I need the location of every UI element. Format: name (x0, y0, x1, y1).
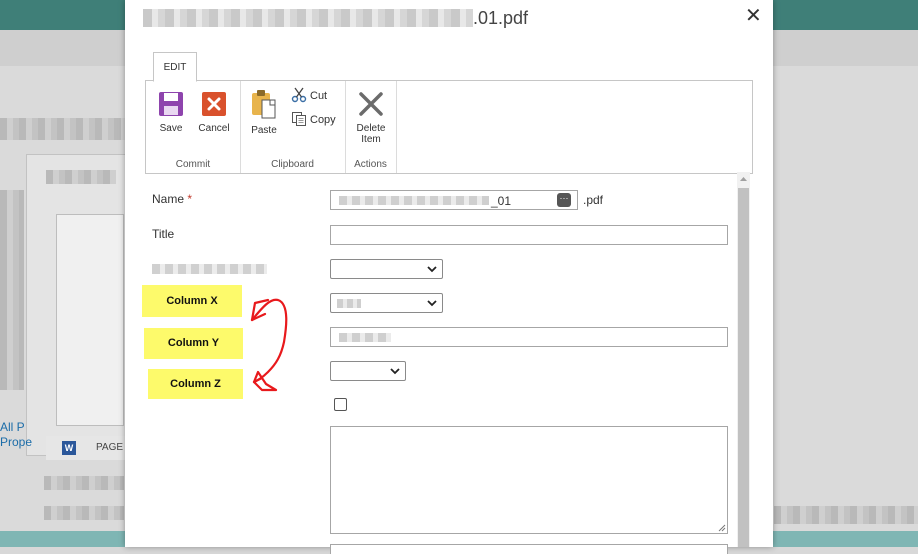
redacted-select-value (337, 299, 361, 308)
chevron-down-icon (390, 368, 400, 375)
name-label: Name * (152, 192, 193, 206)
edit-properties-dialog: .01.pdf ✕ EDIT Save Cancel Commit Paste … (125, 0, 773, 554)
multiline-text-field[interactable] (330, 426, 728, 534)
scissors-icon (291, 87, 307, 103)
column-y-input[interactable] (330, 327, 728, 347)
scrollbar-thumb[interactable] (738, 188, 749, 547)
tab-edit[interactable]: EDIT (153, 52, 197, 82)
cut-button[interactable]: Cut (291, 87, 327, 103)
background-preview (56, 214, 124, 426)
save-icon (159, 92, 183, 116)
column-z-label: Column Z (148, 369, 243, 399)
background-link[interactable]: All P Prope (0, 420, 32, 450)
copy-icon (292, 112, 306, 126)
redacted-input-value (339, 333, 391, 342)
redacted-filename (143, 9, 473, 27)
ellipsis-icon[interactable]: ··· (557, 193, 571, 207)
ribbon-group-actions: Delete Item Actions (345, 81, 397, 173)
background-blurred-text-1 (44, 476, 124, 490)
background-blurred-column (0, 190, 24, 390)
cancel-icon (202, 92, 226, 116)
field-checkbox[interactable] (334, 398, 347, 411)
redacted-field-select[interactable] (330, 259, 443, 279)
ribbon-group-commit: Save Cancel Commit (146, 81, 241, 173)
ribbon-group-label-clipboard: Clipboard (271, 159, 314, 170)
chevron-down-icon (427, 300, 437, 307)
ribbon-group-clipboard: Paste Cut Copy Clipboard (240, 81, 346, 173)
word-icon: W (62, 441, 76, 455)
background-blurred-text-right (774, 506, 918, 524)
title-label: Title (152, 227, 175, 241)
column-x-label: Column X (142, 285, 242, 317)
resize-grip-icon[interactable] (717, 523, 726, 532)
chevron-down-icon (427, 266, 437, 273)
save-button[interactable]: Save (154, 91, 188, 134)
column-y-label: Column Y (144, 328, 243, 359)
required-marker: * (187, 192, 193, 206)
paste-button[interactable]: Paste (246, 89, 282, 136)
column-x-select[interactable] (330, 293, 443, 313)
copy-button[interactable]: Copy (291, 111, 336, 127)
column-z-select[interactable] (330, 361, 406, 381)
cancel-button[interactable]: Cancel (194, 91, 234, 134)
background-word-bar: W PAGE (46, 436, 126, 460)
paste-icon (252, 90, 276, 119)
background-blurred-card-title (46, 170, 116, 184)
redacted-field-label (152, 264, 267, 274)
delete-icon (359, 92, 383, 116)
delete-item-button[interactable]: Delete Item (351, 91, 391, 145)
background-blurred-text-2 (44, 506, 124, 520)
name-extension: .pdf (583, 193, 604, 207)
dialog-title: .01.pdf (143, 8, 528, 29)
next-field-input[interactable] (330, 544, 728, 554)
properties-form: Name * _01 ··· .pdf Title Column X Colum… (125, 172, 773, 554)
close-icon[interactable]: ✕ (745, 3, 762, 28)
form-scrollbar[interactable] (737, 172, 750, 547)
word-bar-label: PAGE (96, 442, 124, 453)
scroll-up-icon[interactable] (737, 172, 750, 186)
ribbon: Save Cancel Commit Paste Cut Copy Clipbo… (145, 80, 753, 174)
background-blurred-heading (0, 118, 125, 140)
name-input[interactable]: _01 ··· (330, 190, 578, 210)
redacted-name-value (339, 196, 489, 205)
title-input[interactable] (330, 225, 728, 245)
ribbon-group-label-actions: Actions (354, 159, 387, 170)
ribbon-group-label-commit: Commit (175, 159, 211, 170)
